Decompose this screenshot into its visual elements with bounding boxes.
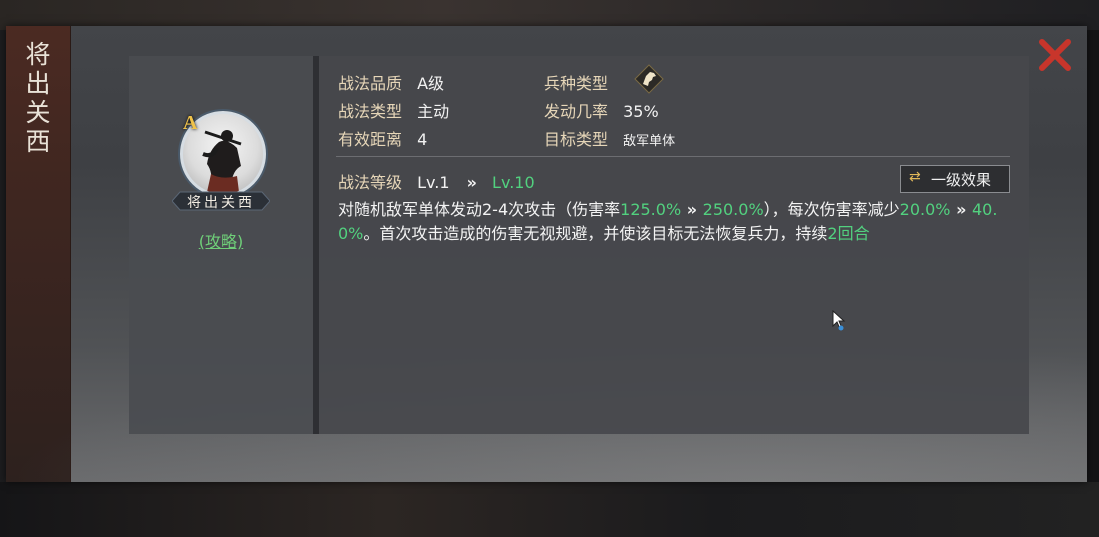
rate-row: 发动几率 35% xyxy=(544,98,659,122)
type-row: 战法类型 主动 xyxy=(338,98,449,122)
desc-value: 250.0% xyxy=(702,200,764,219)
desc-arrow: » xyxy=(950,200,972,219)
type-value: 主动 xyxy=(417,102,450,121)
vertical-title: 将出关西 xyxy=(25,40,51,156)
type-label: 战法类型 xyxy=(338,102,403,121)
section-divider xyxy=(336,156,1010,157)
desc-value: 2回合 xyxy=(827,224,870,243)
mouse-cursor-icon xyxy=(832,309,848,332)
desc-text: 。首次攻击造成的伤害无视规避，并使该目标无法恢复兵力，持续 xyxy=(363,224,828,243)
close-icon xyxy=(1039,39,1071,71)
desc-text: ），每次伤害率减少 xyxy=(763,200,900,219)
target-label: 目标类型 xyxy=(544,130,609,149)
target-row: 目标类型 敌军单体 xyxy=(544,126,675,150)
level-effect-label: 一级效果 xyxy=(931,171,992,189)
swap-arrows-icon: ⇄ xyxy=(909,169,921,185)
range-row: 有效距离 4 xyxy=(338,126,427,150)
background-ghost-button xyxy=(0,482,1099,537)
troop-label: 兵种类型 xyxy=(544,74,609,93)
level-effect-button[interactable]: ⇄ 一级效果 xyxy=(900,165,1010,193)
troop-row: 兵种类型 xyxy=(544,70,608,94)
desc-text: 对随机敌军单体发动2-4次攻击（伤害率 xyxy=(338,200,621,219)
rate-value: 35% xyxy=(623,102,659,121)
grade-badge: A xyxy=(183,112,198,134)
level-label: 战法等级 xyxy=(338,173,403,192)
quality-row: 战法品质 A级 xyxy=(338,70,444,94)
desc-value: 125.0% xyxy=(620,200,682,219)
quality-label: 战法品质 xyxy=(338,74,403,93)
level-current: Lv.1 xyxy=(417,173,450,192)
range-value: 4 xyxy=(417,130,428,149)
desc-value: 20.0% xyxy=(899,200,951,219)
quality-value: A级 xyxy=(417,74,445,93)
close-button[interactable] xyxy=(1036,36,1074,74)
level-row: 战法等级 Lv.1 » Lv.10 xyxy=(338,169,535,193)
target-value: 敌军单体 xyxy=(623,134,676,149)
level-max: Lv.10 xyxy=(492,173,535,192)
skill-description: 对随机敌军单体发动2-4次攻击（伤害率125.0% » 250.0%），每次伤害… xyxy=(338,198,1010,246)
level-arrow: » xyxy=(466,173,477,192)
guide-link[interactable]: (攻略) xyxy=(188,228,254,252)
cavalry-horse-icon xyxy=(634,64,664,94)
skill-name: 将出关西 xyxy=(187,195,255,211)
rate-label: 发动几率 xyxy=(544,102,609,121)
title-sidebar: 将出关西 xyxy=(6,26,71,482)
background-ghost-text xyxy=(770,4,774,20)
desc-arrow: » xyxy=(681,200,703,219)
background-right-strip xyxy=(1087,30,1099,482)
range-label: 有效距离 xyxy=(338,130,403,149)
skill-name-banner: 将出关西 xyxy=(172,190,270,212)
